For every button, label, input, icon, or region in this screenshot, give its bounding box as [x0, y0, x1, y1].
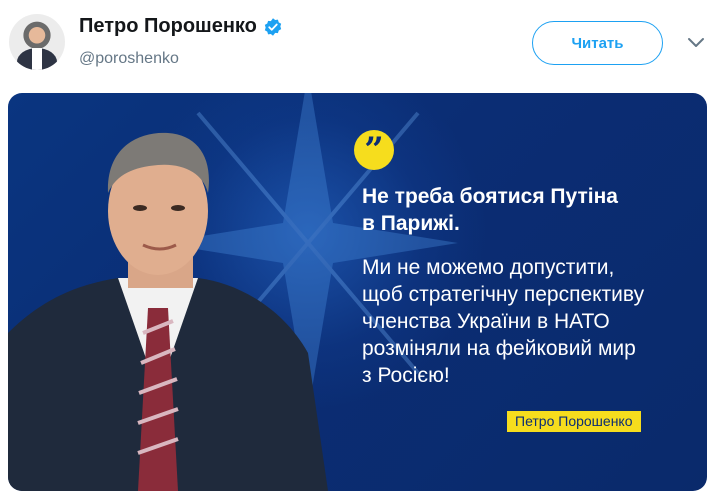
name-row: Петро Порошенко: [79, 15, 283, 38]
body-line-5: з Росією!: [362, 364, 450, 387]
body-line-4: розміняли на фейковий мир: [362, 337, 636, 360]
quote-body: Ми не можемо допустити, щоб стратегічну …: [362, 254, 702, 389]
quote-icon: ”: [354, 130, 394, 170]
headline-line-1: Не треба боятися Путіна: [362, 185, 618, 208]
author-tag: Петро Порошенко: [507, 411, 641, 432]
person-photo: [8, 132, 328, 491]
quote-headline: Не треба боятися Путіна в Парижі.: [362, 183, 692, 237]
body-line-2: щоб стратегічну перспективу: [362, 283, 645, 306]
avatar[interactable]: [9, 14, 65, 70]
tweet-media-image[interactable]: ” Не треба боятися Путіна в Парижі. Ми н…: [8, 93, 707, 491]
follow-button[interactable]: Читать: [532, 21, 663, 65]
verified-badge-icon: [264, 17, 282, 36]
avatar-shirt: [32, 48, 42, 70]
user-handle[interactable]: @poroshenko: [79, 50, 179, 68]
body-line-3: членства України в НАТО: [362, 310, 610, 333]
body-line-1: Ми не можемо допустити,: [362, 256, 615, 279]
headline-line-2: в Парижі.: [362, 212, 460, 235]
display-name[interactable]: Петро Порошенко: [79, 15, 257, 38]
chevron-down-icon[interactable]: [686, 36, 706, 50]
